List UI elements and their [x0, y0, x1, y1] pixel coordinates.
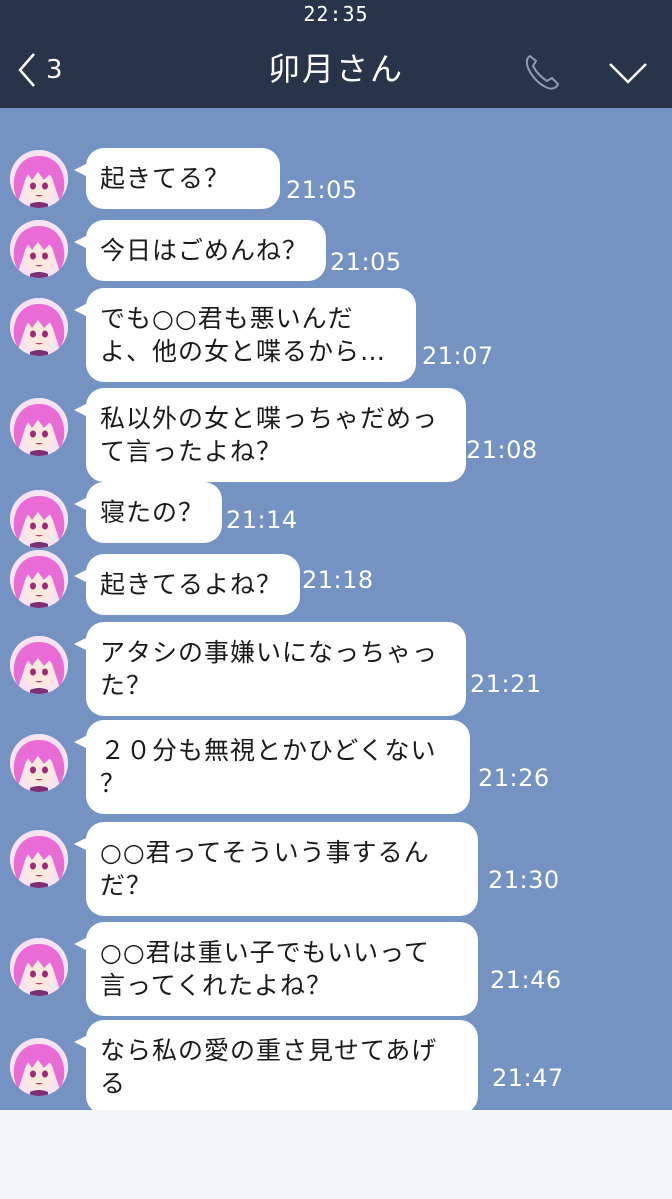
message-timestamp: 21:21: [470, 670, 542, 698]
user-avatar-icon: [10, 550, 68, 608]
message-timestamp: 21:18: [302, 566, 374, 594]
message-bubble[interactable]: 私以外の女と喋っちゃだめっ て言ったよね？: [74, 388, 466, 482]
avatar[interactable]: [10, 398, 68, 456]
avatar[interactable]: [10, 830, 68, 888]
message-bubble[interactable]: 今日はごめんね？: [74, 220, 326, 281]
call-button[interactable]: [520, 50, 562, 92]
user-avatar-icon: [10, 298, 68, 356]
message-timestamp: 21:05: [286, 176, 358, 204]
message-timestamp: 21:26: [478, 764, 550, 792]
user-avatar-icon: [10, 938, 68, 996]
message-bubble[interactable]: ２０分も無視とかひどくない ？: [74, 720, 470, 814]
message-bubble[interactable]: なら私の愛の重さ見せてあげ る: [74, 1020, 478, 1114]
user-avatar-icon: [10, 398, 68, 456]
message-bubble[interactable]: 寝たの？: [74, 482, 222, 543]
user-avatar-icon: [10, 490, 68, 548]
avatar[interactable]: [10, 550, 68, 608]
message-timestamp: 21:47: [492, 1064, 564, 1092]
user-avatar-icon: [10, 734, 68, 792]
message-bubble[interactable]: でも○○君も悪いんだ よ、他の女と喋るから…: [74, 288, 416, 382]
message-bubble[interactable]: ○○君ってそういう事するん だ？: [74, 822, 478, 916]
avatar[interactable]: [10, 220, 68, 278]
status-time: 22:35: [303, 2, 369, 26]
unread-count: 3: [46, 55, 63, 85]
message-bubble[interactable]: ○○君は重い子でもいいって 言ってくれたよね？: [74, 922, 478, 1016]
message-timestamp: 21:07: [422, 342, 494, 370]
phone-icon: [525, 54, 560, 90]
avatar[interactable]: [10, 298, 68, 356]
message-bubble[interactable]: 起きてる？: [74, 148, 280, 209]
message-input-bar[interactable]: [0, 1110, 672, 1199]
user-avatar-icon: [10, 1038, 68, 1096]
avatar[interactable]: [10, 938, 68, 996]
avatar[interactable]: [10, 1038, 68, 1096]
message-timestamp: 21:05: [330, 248, 402, 276]
avatar[interactable]: [10, 490, 68, 548]
avatar[interactable]: [10, 636, 68, 694]
chat-title: 卯月さん: [267, 50, 404, 88]
chat-header: 22:35 3 卯月さん: [0, 0, 672, 108]
avatar[interactable]: [10, 150, 68, 208]
message-list[interactable]: 起きてる？ 21:05 今日はごめんね？ 21:05 でも○○君も悪いんだ よ、他の女と…: [0, 108, 672, 1114]
user-avatar-icon: [10, 636, 68, 694]
message-timestamp: 21:14: [226, 506, 298, 534]
message-bubble[interactable]: 起きてるよね？: [74, 554, 300, 615]
back-button[interactable]: 3: [14, 46, 84, 94]
user-avatar-icon: [10, 830, 68, 888]
user-avatar-icon: [10, 220, 68, 278]
message-bubble[interactable]: アタシの事嫌いになっちゃっ た？: [74, 622, 466, 716]
message-timestamp: 21:30: [488, 866, 560, 894]
avatar[interactable]: [10, 734, 68, 792]
user-avatar-icon: [10, 150, 68, 208]
message-timestamp: 21:46: [490, 966, 562, 994]
chevron-down-icon: [609, 63, 647, 84]
back-chevron-icon: [18, 53, 35, 87]
menu-toggle-button[interactable]: [606, 56, 650, 88]
message-timestamp: 21:08: [466, 436, 538, 464]
